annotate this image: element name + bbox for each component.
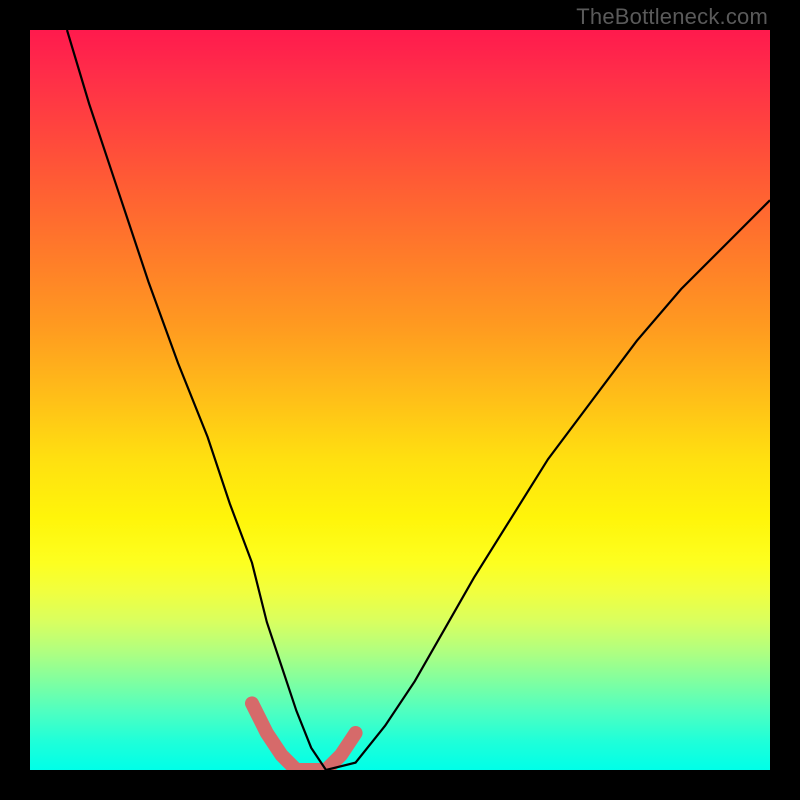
watermark-text: TheBottleneck.com	[576, 4, 768, 30]
chart-frame: TheBottleneck.com	[0, 0, 800, 800]
plot-area	[30, 30, 770, 770]
curve-svg	[30, 30, 770, 770]
highlight-segment	[252, 703, 356, 770]
bottleneck-curve	[67, 30, 770, 770]
